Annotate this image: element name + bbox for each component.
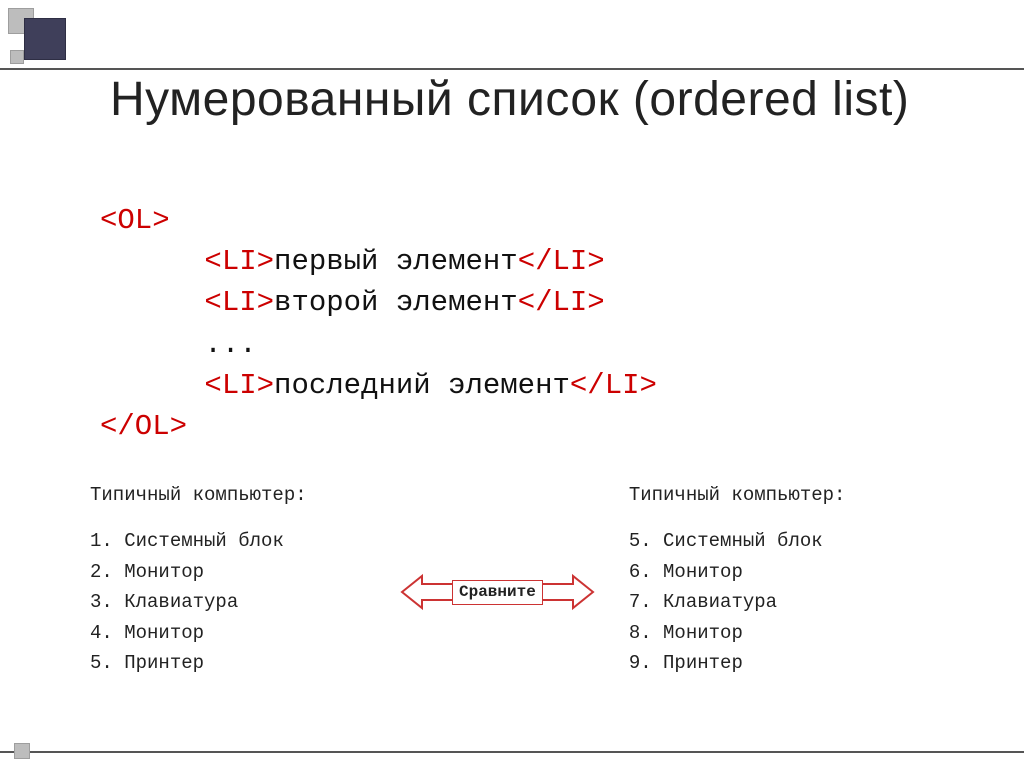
list-item: Монитор <box>90 618 390 648</box>
double-arrow: Сравните <box>400 572 595 612</box>
example-list-left: Системный блокМониторКлавиатураМониторПр… <box>90 526 390 678</box>
arrow-left-icon <box>400 572 458 612</box>
slide: Нумерованный список (ordered list) <OL> … <box>0 0 1024 767</box>
tag-ol-close: </OL> <box>100 410 187 443</box>
code-text: последний элемент <box>274 369 570 402</box>
decor-square <box>10 50 24 64</box>
code-block: <OL> <LI>первый элемент</LI> <LI>второй … <box>100 200 657 447</box>
tag-li-close: </LI> <box>570 369 657 402</box>
decor-square <box>14 743 30 759</box>
list-item: Клавиатура <box>90 587 390 617</box>
list-item: Монитор <box>629 557 929 587</box>
example-header: Типичный компьютер: <box>629 480 929 510</box>
tag-ol-open: <OL> <box>100 204 170 237</box>
decor-square <box>24 18 66 60</box>
compare-callout: Сравните <box>400 572 595 612</box>
compare-label: Сравните <box>452 580 543 605</box>
examples-row: Типичный компьютер: Системный блокМонито… <box>90 480 984 678</box>
example-header: Типичный компьютер: <box>90 480 390 510</box>
example-list-right: Системный блокМониторКлавиатураМониторПр… <box>629 526 929 678</box>
divider <box>0 751 1024 753</box>
example-right: Типичный компьютер: Системный блокМонито… <box>629 480 929 678</box>
arrow-right-icon <box>537 572 595 612</box>
list-item: Системный блок <box>629 526 929 556</box>
tag-li-close: </LI> <box>518 286 605 319</box>
example-left: Типичный компьютер: Системный блокМонито… <box>90 480 390 678</box>
code-ellipsis: ... <box>204 328 256 361</box>
slide-title: Нумерованный список (ordered list) <box>110 72 984 127</box>
tag-li-open: <LI> <box>204 286 274 319</box>
tag-li-open: <LI> <box>204 369 274 402</box>
list-item: Принтер <box>90 648 390 678</box>
divider <box>0 68 1024 70</box>
tag-li-open: <LI> <box>204 245 274 278</box>
code-text: второй элемент <box>274 286 518 319</box>
list-item: Монитор <box>90 557 390 587</box>
list-item: Клавиатура <box>629 587 929 617</box>
list-item: Системный блок <box>90 526 390 556</box>
list-item: Монитор <box>629 618 929 648</box>
code-text: первый элемент <box>274 245 518 278</box>
tag-li-close: </LI> <box>518 245 605 278</box>
list-item: Принтер <box>629 648 929 678</box>
